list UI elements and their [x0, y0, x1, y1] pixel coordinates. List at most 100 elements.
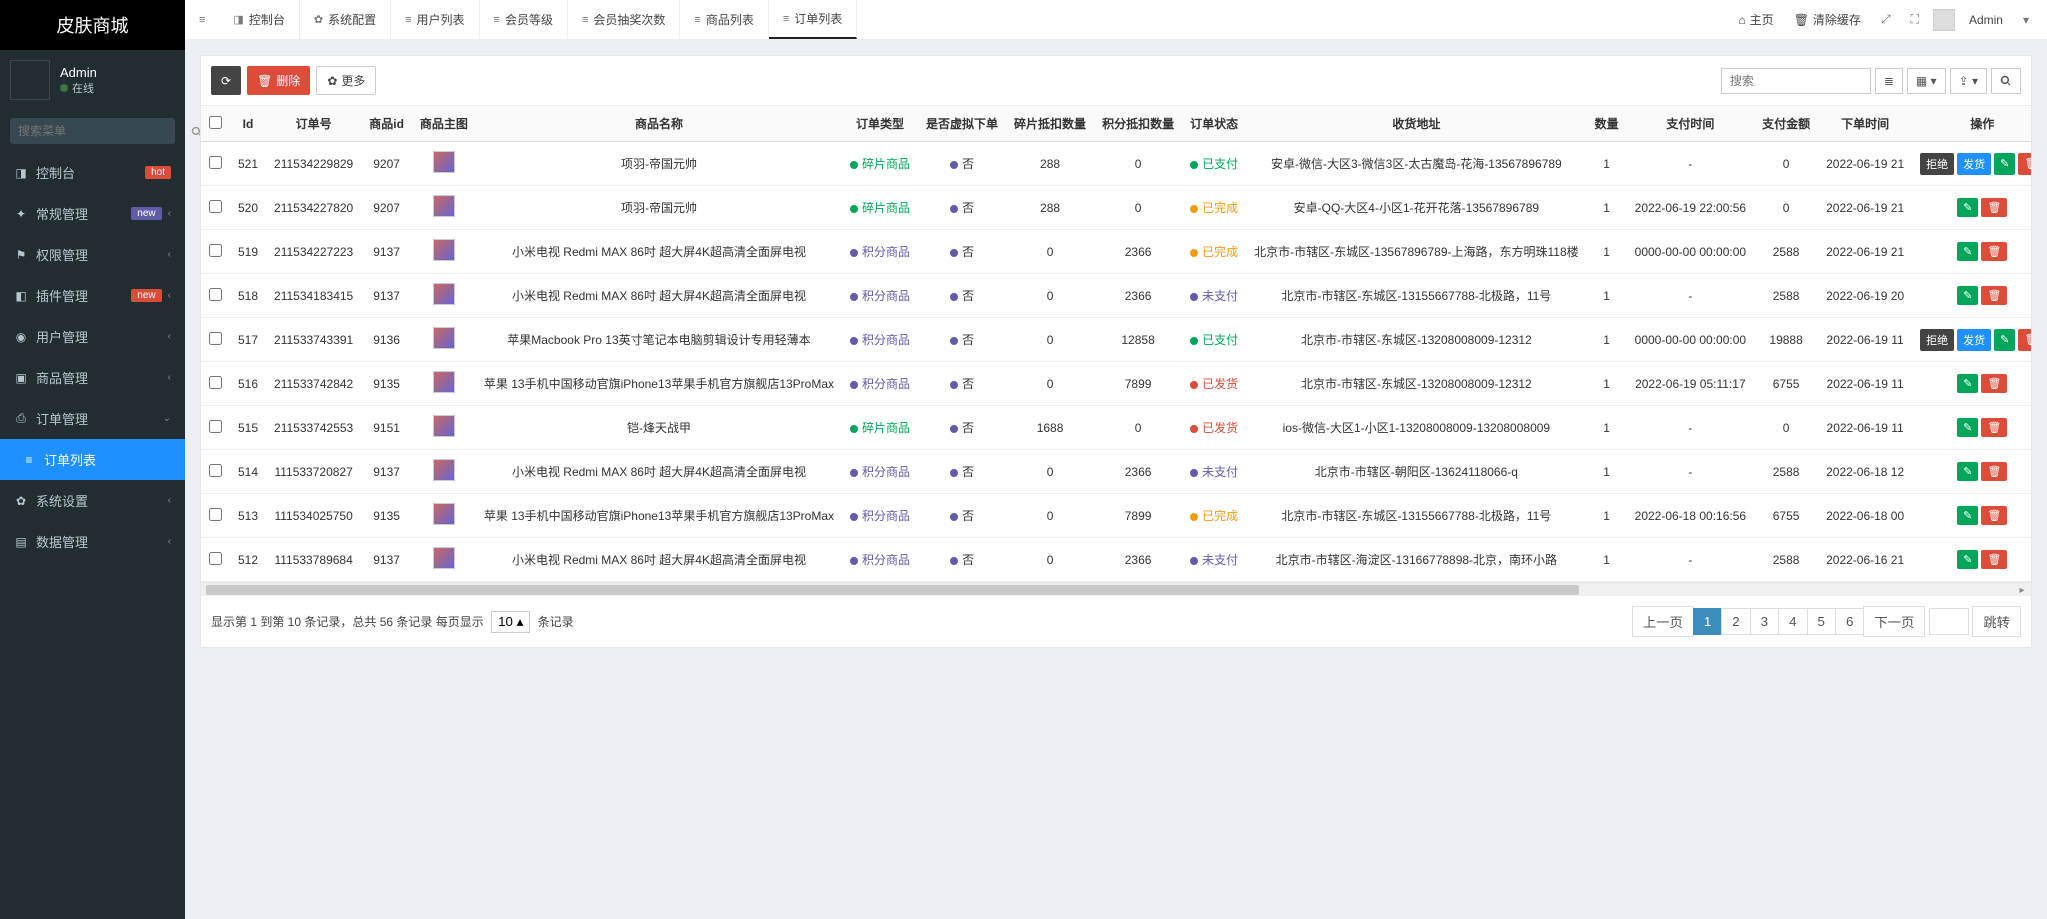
- sidebar-item[interactable]: ◨控制台hot: [0, 152, 185, 193]
- row-delete-button[interactable]: 🗑: [1981, 242, 2007, 261]
- ship-button[interactable]: 发货: [1957, 153, 1991, 175]
- row-checkbox[interactable]: [209, 508, 222, 521]
- column-header[interactable]: 商品id: [361, 106, 412, 142]
- refresh-button[interactable]: ⟳: [211, 66, 241, 95]
- scrollbar-thumb[interactable]: [206, 585, 1579, 595]
- reject-button[interactable]: 拒绝: [1920, 329, 1954, 351]
- column-header[interactable]: 商品主图: [412, 106, 476, 142]
- row-checkbox[interactable]: [209, 552, 222, 565]
- scroll-right-arrow[interactable]: ▸: [2015, 583, 2029, 597]
- ship-button[interactable]: 发货: [1957, 329, 1991, 351]
- row-delete-button[interactable]: 🗑: [2018, 153, 2031, 175]
- export-button[interactable]: ⇪ ▾: [1950, 68, 1987, 94]
- search-input[interactable]: [1721, 68, 1871, 94]
- tab[interactable]: ✿系统配置: [300, 0, 391, 39]
- edit-button[interactable]: ✎: [1957, 418, 1978, 437]
- row-checkbox[interactable]: [209, 244, 222, 257]
- column-header[interactable]: 积分抵扣数量: [1094, 106, 1182, 142]
- jump-button[interactable]: 跳转: [1972, 606, 2021, 637]
- table-wrap[interactable]: Id订单号商品id商品主图商品名称订单类型是否虚拟下单碎片抵扣数量积分抵扣数量订…: [201, 106, 2031, 582]
- tab[interactable]: ≡会员等级: [480, 0, 568, 39]
- product-thumbnail[interactable]: [433, 503, 455, 525]
- tab[interactable]: ≡会员抽奖次数: [568, 0, 680, 39]
- view-list-button[interactable]: ≣: [1875, 68, 1903, 94]
- edit-button[interactable]: ✎: [1994, 153, 2015, 175]
- tab[interactable]: ≡用户列表: [391, 0, 479, 39]
- column-header[interactable]: 是否虚拟下单: [918, 106, 1006, 142]
- sidebar-item[interactable]: ◉用户管理‹: [0, 316, 185, 357]
- edit-button[interactable]: ✎: [1957, 286, 1978, 305]
- column-header[interactable]: 碎片抵扣数量: [1006, 106, 1094, 142]
- shrink-button[interactable]: ⤢: [1875, 12, 1897, 27]
- row-delete-button[interactable]: 🗑: [1981, 418, 2007, 437]
- columns-button[interactable]: ▦ ▾: [1907, 68, 1946, 94]
- search-button[interactable]: [1991, 68, 2021, 94]
- column-header[interactable]: 订单状态: [1182, 106, 1246, 142]
- edit-button[interactable]: ✎: [1957, 462, 1978, 481]
- page-button[interactable]: 2: [1721, 608, 1750, 635]
- column-header[interactable]: [201, 106, 230, 142]
- expand-button[interactable]: ▾: [2017, 13, 2035, 27]
- edit-button[interactable]: ✎: [1957, 198, 1978, 217]
- home-link[interactable]: ⌂主页: [1732, 11, 1779, 28]
- column-header[interactable]: 下单时间: [1818, 106, 1912, 142]
- tab[interactable]: ≡商品列表: [680, 0, 768, 39]
- row-checkbox[interactable]: [209, 420, 222, 433]
- row-checkbox[interactable]: [209, 156, 222, 169]
- row-checkbox[interactable]: [209, 332, 222, 345]
- sidebar-item[interactable]: ✦常规管理new‹: [0, 193, 185, 234]
- delete-button[interactable]: 🗑删除: [247, 66, 310, 95]
- product-thumbnail[interactable]: [433, 151, 455, 173]
- edit-button[interactable]: ✎: [1957, 506, 1978, 525]
- product-thumbnail[interactable]: [433, 195, 455, 217]
- column-header[interactable]: 数量: [1587, 106, 1627, 142]
- product-thumbnail[interactable]: [433, 415, 455, 437]
- row-checkbox[interactable]: [209, 376, 222, 389]
- row-delete-button[interactable]: 🗑: [2018, 329, 2031, 351]
- sidebar-item[interactable]: ⎙订单管理⌄: [0, 398, 185, 439]
- column-header[interactable]: 操作: [1912, 106, 2031, 142]
- clear-cache-link[interactable]: 🗑清除缓存: [1788, 11, 1867, 28]
- more-button[interactable]: ✿更多: [316, 66, 376, 95]
- tab[interactable]: ◨控制台: [219, 0, 299, 39]
- reject-button[interactable]: 拒绝: [1920, 153, 1954, 175]
- topbar-user[interactable]: Admin: [1963, 13, 2009, 27]
- edit-button[interactable]: ✎: [1957, 242, 1978, 261]
- prev-page-button[interactable]: 上一页: [1632, 606, 1694, 637]
- product-thumbnail[interactable]: [433, 371, 455, 393]
- column-header[interactable]: 收货地址: [1246, 106, 1587, 142]
- row-checkbox[interactable]: [209, 464, 222, 477]
- horizontal-scrollbar[interactable]: ▸: [201, 582, 2031, 596]
- per-page-select[interactable]: 10 ▴: [491, 611, 530, 633]
- column-header[interactable]: 订单号: [266, 106, 361, 142]
- page-button[interactable]: 6: [1835, 608, 1864, 635]
- next-page-button[interactable]: 下一页: [1863, 606, 1925, 637]
- sidebar-item[interactable]: ⚑权限管理‹: [0, 234, 185, 275]
- sidebar-item[interactable]: ▤数据管理‹: [0, 521, 185, 562]
- row-checkbox[interactable]: [209, 288, 222, 301]
- sidebar-item[interactable]: ✿系统设置‹: [0, 480, 185, 521]
- column-header[interactable]: 订单类型: [842, 106, 918, 142]
- row-delete-button[interactable]: 🗑: [1981, 374, 2007, 393]
- edit-button[interactable]: ✎: [1994, 329, 2015, 351]
- sidebar-search-input[interactable]: [10, 118, 181, 144]
- row-delete-button[interactable]: 🗑: [1981, 198, 2007, 217]
- page-button[interactable]: 4: [1778, 608, 1807, 635]
- column-header[interactable]: Id: [230, 106, 266, 142]
- page-button[interactable]: 3: [1750, 608, 1779, 635]
- product-thumbnail[interactable]: [433, 547, 455, 569]
- product-thumbnail[interactable]: [433, 283, 455, 305]
- column-header[interactable]: 支付时间: [1627, 106, 1754, 142]
- edit-button[interactable]: ✎: [1957, 550, 1978, 569]
- fullscreen-button[interactable]: ⛶: [1905, 12, 1925, 27]
- product-thumbnail[interactable]: [433, 239, 455, 261]
- row-delete-button[interactable]: 🗑: [1981, 286, 2007, 305]
- product-thumbnail[interactable]: [433, 327, 455, 349]
- edit-button[interactable]: ✎: [1957, 374, 1978, 393]
- page-jump-input[interactable]: [1929, 608, 1969, 635]
- row-delete-button[interactable]: 🗑: [1981, 462, 2007, 481]
- sidebar-subitem[interactable]: ≡订单列表: [0, 439, 185, 480]
- menu-toggle[interactable]: ≡: [185, 0, 219, 39]
- product-thumbnail[interactable]: [433, 459, 455, 481]
- sidebar-item[interactable]: ▣商品管理‹: [0, 357, 185, 398]
